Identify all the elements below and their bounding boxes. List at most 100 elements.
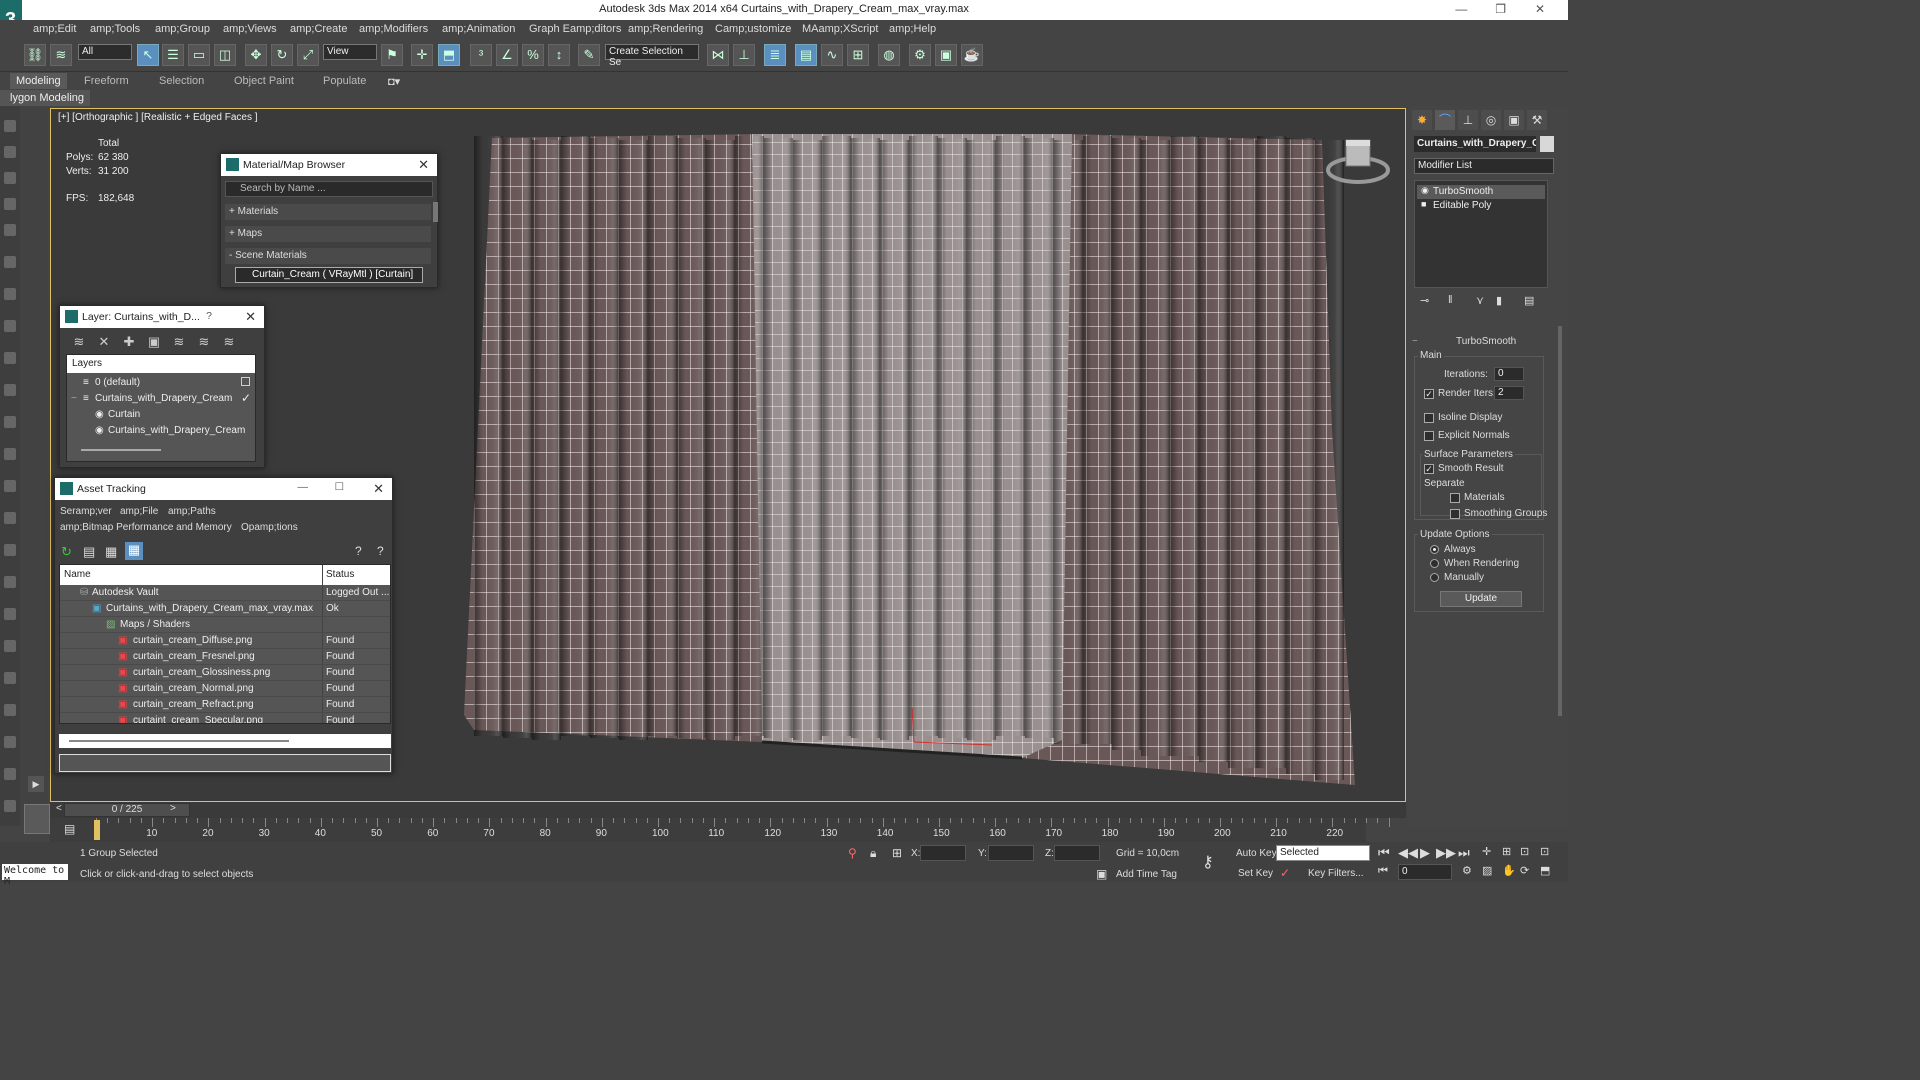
add-time-tag[interactable]: Add Time Tag <box>1116 869 1177 880</box>
section-materials[interactable]: + Materials <box>225 204 431 220</box>
key-selection-dropdown[interactable]: Selected <box>1276 845 1370 861</box>
menu-views[interactable]: amp;Views <box>223 23 277 35</box>
named-selection-dropdown[interactable]: Create Selection Se <box>605 44 699 68</box>
tool-icon[interactable] <box>4 608 16 620</box>
time-tag-icon[interactable]: ▣ <box>1096 867 1107 881</box>
mini-listener-icon[interactable] <box>24 804 50 834</box>
scrollbar[interactable] <box>433 202 438 222</box>
close-icon[interactable]: ✕ <box>418 157 429 173</box>
menu-modifiers[interactable]: amp;Modifiers <box>359 23 428 35</box>
selection-filter-dropdown[interactable]: All <box>78 44 132 60</box>
prev-key-icon[interactable]: ◀◀ <box>1398 845 1418 861</box>
time-config-icon[interactable]: ⚙ <box>1462 864 1472 877</box>
tool-icon[interactable] <box>4 320 16 332</box>
y-coordinate-field[interactable] <box>988 845 1034 861</box>
curve-editor-icon[interactable]: ∿ <box>821 44 843 66</box>
close-button[interactable]: ✕ <box>1522 2 1558 16</box>
isoline-checkbox[interactable] <box>1424 413 1434 423</box>
asset-tracking-titlebar[interactable]: Asset Tracking — ☐ ✕ <box>55 478 392 500</box>
freeze-all-icon[interactable]: ≋ <box>220 334 238 352</box>
material-browser-titlebar[interactable]: Material/Map Browser ✕ <box>221 154 437 176</box>
prev-frame-icon[interactable]: < <box>56 803 62 814</box>
table-row[interactable]: ▣ curtain_cream_Normal.png Found <box>60 681 390 697</box>
material-editor-icon[interactable]: ◍ <box>878 44 900 66</box>
highlight-layer-icon[interactable]: ≋ <box>170 334 188 352</box>
mirror-icon[interactable]: ⋈ <box>707 44 729 66</box>
hierarchy-tab-icon[interactable]: ⊥ <box>1458 110 1478 130</box>
iterations-spinner[interactable]: 0 <box>1494 367 1524 381</box>
motion-tab-icon[interactable]: ◎ <box>1481 110 1501 130</box>
always-radio[interactable] <box>1430 545 1439 554</box>
configure-modifier-sets-icon[interactable]: ▤ <box>1524 294 1534 307</box>
zoom-extents-all-icon[interactable]: ⊡ <box>1540 845 1549 858</box>
menu-bitmap-performance[interactable]: amp;Bitmap Performance and Memory <box>60 522 232 533</box>
select-layer-icon[interactable]: ▣ <box>145 334 163 352</box>
object-color-swatch[interactable] <box>1540 136 1554 152</box>
layer-object-curtain[interactable]: Curtain <box>108 409 140 420</box>
settings-icon[interactable]: ? <box>377 544 384 558</box>
scrollbar-thumb[interactable] <box>69 740 289 742</box>
lightbulb-icon[interactable]: ◉ <box>1421 185 1429 196</box>
isolate-icon[interactable]: ⚲ <box>848 846 857 860</box>
select-manipulate-icon[interactable]: ✛ <box>411 44 433 66</box>
utilities-tab-icon[interactable]: ⚒ <box>1527 110 1547 130</box>
smoothing-groups-checkbox[interactable] <box>1450 509 1460 519</box>
refresh-icon[interactable]: ↻ <box>61 544 72 560</box>
material-search-input[interactable]: Search by Name ... <box>225 181 433 197</box>
horizontal-scrollbar[interactable] <box>81 449 161 451</box>
menu-graph-editors[interactable]: Graph Eamp;ditors <box>529 23 621 35</box>
display-tab-icon[interactable]: ▣ <box>1504 110 1524 130</box>
auto-key-button[interactable]: Auto Key <box>1236 848 1277 859</box>
pivot-center-icon[interactable]: ⚑ <box>381 44 403 66</box>
window-crossing-icon[interactable]: ◫ <box>214 44 236 66</box>
curve-editor-mini-icon[interactable]: ▤ <box>64 822 75 836</box>
tool-icon[interactable] <box>4 416 16 428</box>
menu-animation[interactable]: amp;Animation <box>442 23 515 35</box>
render-iters-spinner[interactable]: 2 <box>1494 386 1524 400</box>
tab-populate[interactable]: Populate <box>323 75 366 87</box>
tool-icon[interactable] <box>4 384 16 396</box>
render-iters-checkbox[interactable]: ✓ <box>1424 389 1434 399</box>
time-slider[interactable]: < 0 / 225 > <box>50 802 1406 818</box>
modifier-list-dropdown[interactable]: Modifier List <box>1414 158 1554 174</box>
tool-icon[interactable] <box>4 640 16 652</box>
select-by-name-icon[interactable]: ☰ <box>162 44 184 66</box>
schematic-view-icon[interactable]: ⊞ <box>847 44 869 66</box>
tool-icon[interactable] <box>4 736 16 748</box>
hide-all-icon[interactable]: ≋ <box>195 334 213 352</box>
materials-checkbox[interactable] <box>1450 493 1460 503</box>
menu-rendering[interactable]: amp;Rendering <box>628 23 703 35</box>
percent-snap-icon[interactable]: % <box>522 44 544 66</box>
menu-help[interactable]: amp;Help <box>889 23 936 35</box>
show-end-result-icon[interactable]: ‖ <box>1448 294 1453 306</box>
modify-tab-icon[interactable]: ⌒ <box>1435 110 1455 130</box>
column-status[interactable]: Status <box>326 569 354 580</box>
maximize-button[interactable]: ❐ <box>1483 2 1519 16</box>
render-production-icon[interactable]: ☕ <box>961 44 983 66</box>
tool-icon[interactable] <box>4 288 16 300</box>
tool-icon[interactable] <box>4 672 16 684</box>
current-frame-field[interactable]: 0 <box>1398 864 1452 880</box>
panel-scrollbar[interactable] <box>1558 326 1562 716</box>
current-layer-icon[interactable] <box>241 377 250 386</box>
move-icon[interactable]: ✥ <box>245 44 267 66</box>
goto-start-icon[interactable]: ⏮ <box>1378 845 1390 861</box>
tab-freeform[interactable]: Freeform <box>84 75 129 87</box>
remove-modifier-icon[interactable]: ▮ <box>1496 294 1502 307</box>
collapse-icon[interactable]: − <box>1412 336 1418 347</box>
asset-path-input[interactable] <box>59 754 391 772</box>
rendered-frame-window-icon[interactable]: ▣ <box>935 44 957 66</box>
pan-icon[interactable]: ✋ <box>1502 864 1516 877</box>
rectangle-selection-icon[interactable]: ▭ <box>188 44 210 66</box>
tool-icon[interactable] <box>4 512 16 524</box>
pin-stack-icon[interactable]: ⊸ <box>1420 294 1429 307</box>
table-row[interactable]: ▣ curtain_cream_Refract.png Found <box>60 697 390 713</box>
maxscript-listener[interactable]: Welcome to M <box>2 864 68 887</box>
next-key-icon[interactable]: ▶▶ <box>1436 845 1456 861</box>
ribbon-panel-label[interactable]: lygon Modeling <box>0 90 90 106</box>
help-icon[interactable]: ? <box>355 544 362 558</box>
tool-icon[interactable] <box>4 256 16 268</box>
select-object-icon[interactable]: ↖ <box>137 44 159 66</box>
rotate-icon[interactable]: ↻ <box>271 44 293 66</box>
tool-icon[interactable] <box>4 800 16 812</box>
